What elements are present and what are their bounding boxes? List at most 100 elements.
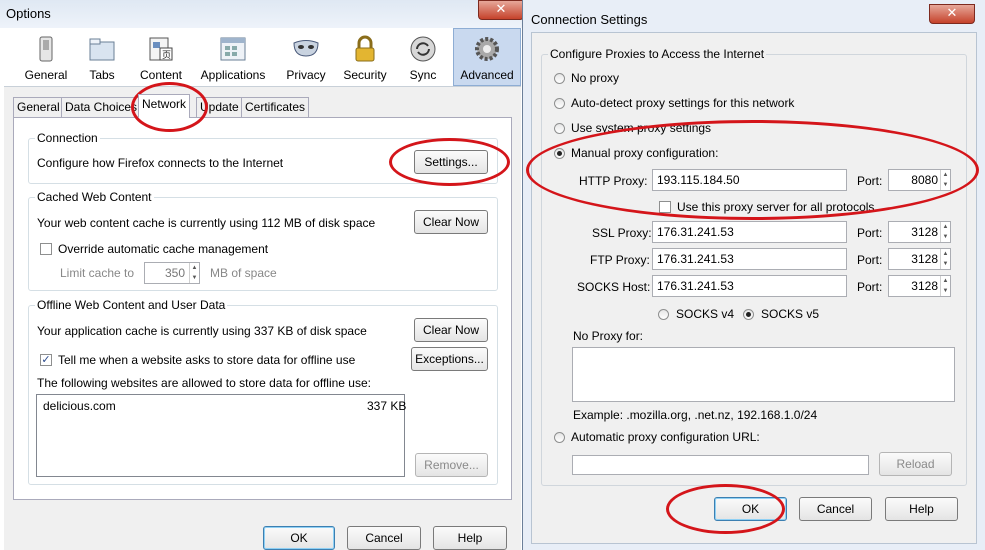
connection-text: Configure how Firefox connects to the In… [37,156,284,170]
no-proxy-for-label: No Proxy for: [573,329,644,343]
tab-update[interactable]: Update [196,97,243,117]
ftp-proxy-input[interactable]: 176.31.241.53 [652,248,847,270]
clear-cache-button[interactable]: Clear Now [414,210,488,234]
toolbar-general-label: General [24,68,68,82]
gear-icon [475,37,499,61]
system-proxy-label: Use system proxy settings [571,121,712,135]
socks-v5-radio[interactable] [743,309,754,320]
tab-certificates[interactable]: Certificates [241,97,310,117]
ftp-port-spinner-icon[interactable]: ▲ ▼ [940,249,950,269]
no-proxy-example: Example: .mozilla.org, .net.nz, 192.168.… [573,408,818,422]
options-window: Options ✕ General Tabs 页 Content Applica… [0,0,525,550]
toolbar-privacy[interactable]: Privacy [284,32,328,84]
auto-detect-label: Auto-detect proxy settings for this netw… [571,96,795,110]
connection-cancel-button[interactable]: Cancel [799,497,872,521]
socks-port-input[interactable]: 3128 ▲ ▼ [888,275,951,297]
folder-icon [89,38,115,61]
auto-config-url-label: Automatic proxy configuration URL: [571,430,760,444]
settings-button[interactable]: Settings... [414,150,488,174]
proxy-group-title: Configure Proxies to Access the Internet [548,47,767,61]
socks-host-value: 176.31.241.53 [657,279,734,293]
options-close-button[interactable]: ✕ [478,0,524,20]
use-all-protocols-checkbox[interactable] [659,201,671,213]
auto-config-url-input[interactable] [572,455,869,475]
override-cache-checkbox[interactable] [40,243,52,255]
applications-icon [220,37,246,61]
toolbar-security-label: Security [343,68,387,82]
ftp-port-label: Port: [857,253,883,267]
ssl-port-value: 3128 [911,225,938,239]
override-cache-label: Override automatic cache management [58,242,269,256]
ssl-proxy-label: SSL Proxy: [592,226,652,240]
ftp-port-input[interactable]: 3128 ▲ ▼ [888,248,951,270]
no-proxy-label: No proxy [571,71,620,85]
clear-offline-button[interactable]: Clear Now [414,318,488,342]
options-ok-button[interactable]: OK [263,526,335,550]
manual-proxy-label: Manual proxy configuration: [571,146,719,160]
allowed-sites-label: The following websites are allowed to st… [37,376,371,390]
svg-text:页: 页 [162,50,171,60]
system-proxy-radio[interactable] [554,123,565,134]
offline-usage-text: Your application cache is currently usin… [37,324,367,338]
connection-ok-button[interactable]: OK [714,497,787,521]
exceptions-button[interactable]: Exceptions... [411,347,488,371]
cache-limit-input[interactable]: 350 ▲ ▼ [144,262,200,284]
toolbar-general[interactable]: General [22,32,70,84]
tab-general[interactable]: General [13,97,64,117]
use-all-protocols-label: Use this proxy server for all protocols [677,200,875,214]
socks-host-input[interactable]: 176.31.241.53 [652,275,847,297]
toolbar-content[interactable]: 页 Content [136,32,186,84]
ssl-proxy-input[interactable]: 176.31.241.53 [652,221,847,243]
reload-button[interactable]: Reload [879,452,952,476]
toolbar-tabs-label: Tabs [89,68,115,82]
socks-port-value: 3128 [911,279,938,293]
http-port-label: Port: [857,174,883,188]
http-proxy-label: HTTP Proxy: [579,174,648,188]
tell-me-checkbox[interactable]: ✓ [40,354,52,366]
auto-detect-radio[interactable] [554,98,565,109]
toolbar-sync[interactable]: Sync [404,32,442,84]
tab-network[interactable]: Network [138,94,191,118]
cache-usage-text: Your web content cache is currently usin… [37,216,376,230]
tab-data-choices[interactable]: Data Choices [61,97,142,117]
connection-settings-window: Connection Settings ✕ Configure Proxies … [522,0,985,550]
toolbar-content-label: Content [139,68,183,82]
toolbar-security[interactable]: Security [340,32,390,84]
no-proxy-for-textarea[interactable] [572,347,955,402]
offline-sites-list[interactable]: delicious.com 337 KB [36,394,406,477]
switch-icon [39,36,53,62]
toolbar-advanced-label: Advanced [460,68,514,82]
socks-host-label: SOCKS Host: [577,280,651,294]
remove-button[interactable]: Remove... [415,453,488,477]
limit-cache-label: Limit cache to [60,266,135,280]
manual-proxy-radio[interactable] [554,148,565,159]
ssl-proxy-value: 176.31.241.53 [657,225,734,239]
cache-limit-unit: MB of space [210,266,277,280]
auto-config-url-radio[interactable] [554,432,565,443]
toolbar-advanced[interactable]: Advanced [453,28,521,86]
ssl-port-spinner-icon[interactable]: ▲ ▼ [940,222,950,242]
tell-me-label: Tell me when a website asks to store dat… [58,353,356,367]
socks-port-spinner-icon[interactable]: ▲ ▼ [940,276,950,296]
connection-close-button[interactable]: ✕ [929,4,975,24]
socks-v4-radio[interactable] [658,309,669,320]
toolbar-tabs[interactable]: Tabs [82,32,122,84]
toolbar-applications[interactable]: Applications [198,32,268,84]
document-icon: 页 [149,37,173,61]
http-proxy-input[interactable]: 193.115.184.50 [652,169,847,191]
options-cancel-button[interactable]: Cancel [347,526,421,550]
ssl-port-input[interactable]: 3128 ▲ ▼ [888,221,951,243]
offline-heading: Offline Web Content and User Data [35,298,228,312]
sync-icon [410,36,436,62]
ftp-port-value: 3128 [911,252,938,266]
connection-settings-title: Connection Settings [531,12,648,27]
cache-limit-spinner-icon[interactable]: ▲ ▼ [189,263,199,283]
http-port-input[interactable]: 8080 ▲ ▼ [888,169,951,191]
toolbar-applications-label: Applications [200,68,266,82]
http-port-spinner-icon[interactable]: ▲ ▼ [940,170,950,190]
toolbar-privacy-label: Privacy [286,68,326,82]
socks-port-label: Port: [857,280,883,294]
connection-help-button[interactable]: Help [885,497,958,521]
no-proxy-radio[interactable] [554,73,565,84]
options-help-button[interactable]: Help [433,526,507,550]
